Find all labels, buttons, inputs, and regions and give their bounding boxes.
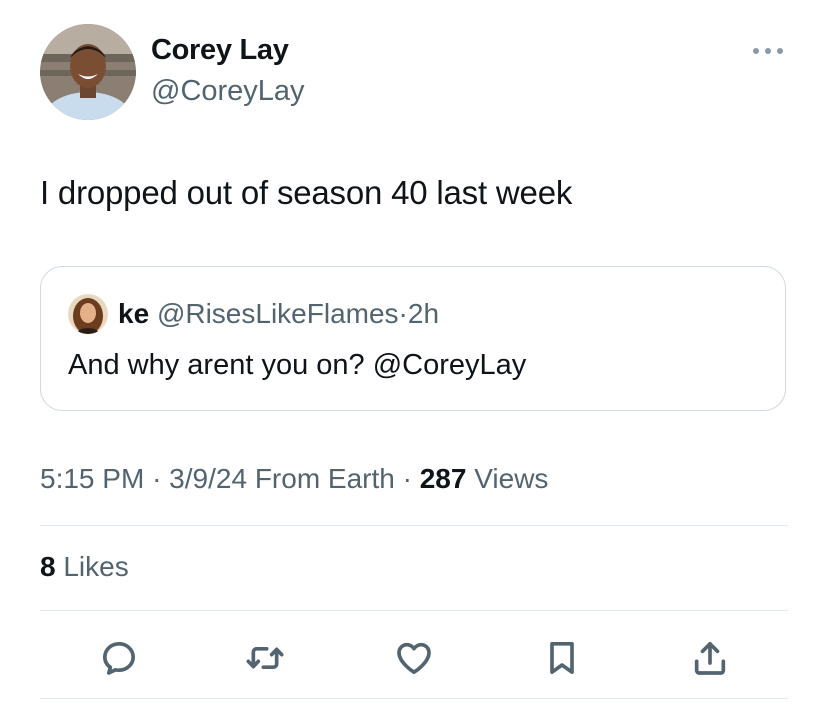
heart-icon (397, 642, 431, 674)
likes-count: 8 (40, 551, 56, 582)
views-count: 287 (419, 463, 467, 494)
more-horizontal-icon (753, 48, 783, 54)
tweet-time[interactable]: 5:15 PM (40, 463, 144, 494)
tweet-meta: 5:15 PM · 3/9/24 From Earth · 287 Views (40, 463, 548, 495)
share-button[interactable] (688, 636, 732, 680)
meta-separator: · (152, 463, 162, 494)
reply-button[interactable] (97, 636, 141, 680)
divider (40, 525, 788, 526)
tweet-text: I dropped out of season 40 last week (40, 174, 573, 211)
meta-separator: · (402, 463, 412, 494)
share-icon (694, 642, 726, 675)
tweet-source: From Earth (254, 463, 395, 494)
likes-link[interactable]: 8 Likes (40, 551, 129, 583)
quoted-text: And why arent you on? @CoreyLay (68, 349, 527, 381)
divider (40, 610, 788, 611)
author-name[interactable]: Corey Lay (151, 34, 289, 67)
retweet-button[interactable] (243, 636, 287, 680)
bookmark-button[interactable] (540, 636, 584, 680)
bookmark-icon (550, 642, 574, 674)
reply-icon (103, 642, 136, 675)
more-options-button[interactable] (750, 36, 786, 66)
quoted-separator: · (398, 298, 408, 329)
quoted-tweet[interactable]: ke @RisesLikeFlames·2h And why arent you… (40, 266, 786, 411)
quoted-name[interactable]: ke (118, 298, 149, 329)
quoted-avatar[interactable] (68, 294, 108, 334)
quoted-header: ke @RisesLikeFlames·2h (118, 298, 439, 330)
divider (40, 698, 788, 699)
quoted-handle[interactable]: @RisesLikeFlames (157, 298, 399, 329)
like-button[interactable] (392, 636, 436, 680)
author-handle[interactable]: @CoreyLay (151, 75, 305, 108)
likes-label: Likes (63, 551, 129, 582)
views-label: Views (474, 463, 549, 494)
author-avatar[interactable] (40, 24, 136, 120)
quoted-time[interactable]: 2h (408, 298, 439, 329)
tweet-date[interactable]: 3/9/24 (169, 463, 247, 494)
retweet-icon (246, 647, 284, 669)
action-bar (0, 636, 828, 680)
